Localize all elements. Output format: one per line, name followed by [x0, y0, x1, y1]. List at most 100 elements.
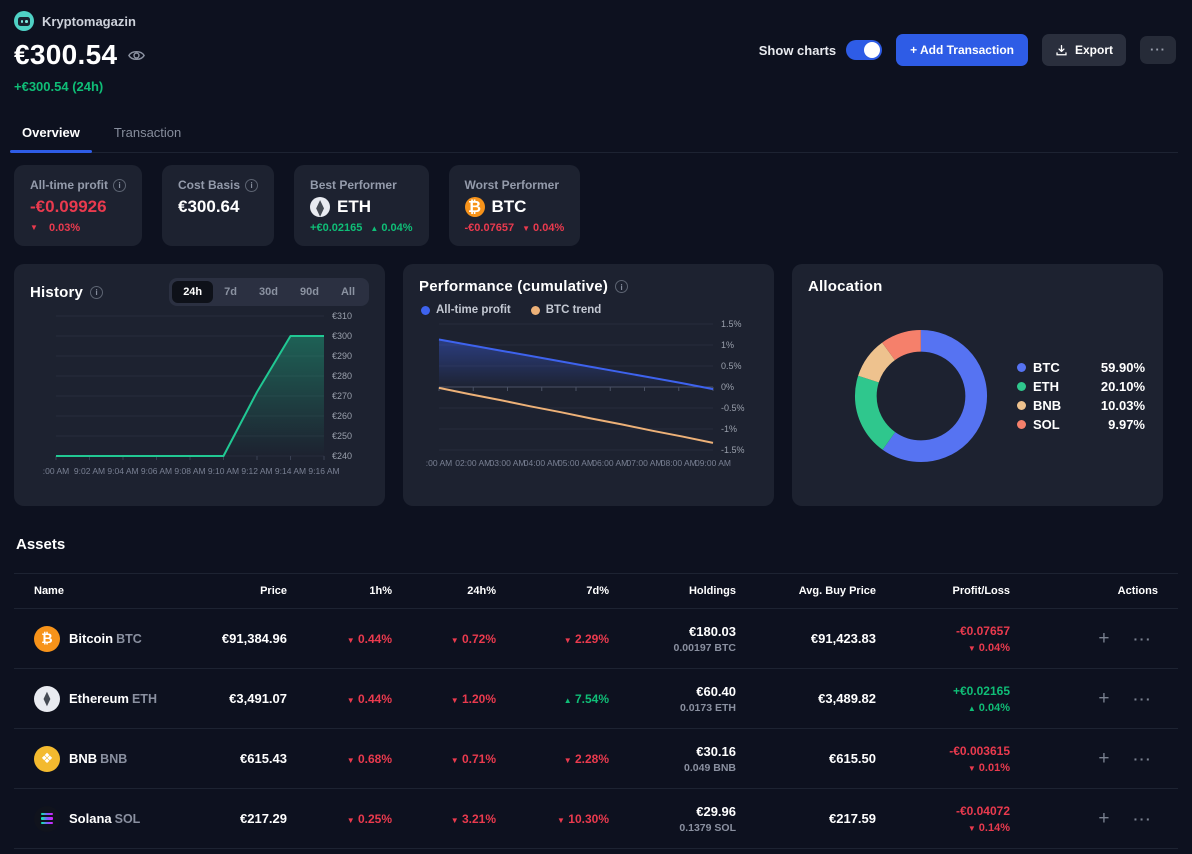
asset-holdings: €30.16 0.049 BNB [684, 743, 736, 774]
asset-avg-buy-price: €3,489.82 [818, 691, 876, 706]
history-info-icon[interactable]: i [90, 285, 104, 299]
column-header-actions[interactable]: Actions [1010, 585, 1158, 597]
assets-table: Name Price 1h% 24h% 7d% Holdings Avg. Buy Pric… [14, 573, 1178, 849]
asset-price: €615.43 [240, 751, 287, 766]
portfolio-more-button[interactable]: ··· [1140, 36, 1176, 64]
change-1h: ▼ 0.44% [346, 691, 392, 706]
assets-title: Assets [16, 536, 66, 553]
column-header-holdings[interactable]: Holdings [609, 585, 736, 597]
svg-text:08:00 AM: 08:00 AM [661, 458, 697, 468]
svg-text::00 AM: :00 AM [426, 458, 452, 468]
eth-coin-icon: ⧫ [34, 685, 60, 712]
asset-symbol: BTC [116, 631, 142, 646]
add-transaction-button[interactable]: + Add Transaction [896, 34, 1028, 66]
tab-overview[interactable]: Overview [10, 119, 92, 153]
change-7d: ▼ 10.30% [557, 811, 609, 826]
svg-text:9:16 AM: 9:16 AM [308, 466, 339, 476]
show-charts-toggle[interactable] [846, 40, 883, 60]
row-more-button[interactable]: ··· [1134, 632, 1153, 646]
column-header-7d-[interactable]: 7d% [496, 585, 609, 597]
toggle-knob [864, 42, 881, 58]
row-more-button[interactable]: ··· [1134, 692, 1153, 706]
change-7d: ▼ 2.28% [563, 751, 609, 766]
add-transaction-row-button[interactable]: + [1098, 749, 1109, 768]
download-icon [1056, 44, 1067, 55]
performer-symbol: BTC [491, 197, 527, 216]
column-header-profit-loss[interactable]: Profit/Loss [876, 585, 1010, 597]
asset-symbol: ETH [131, 691, 157, 706]
allocation-percent: 59.90% [1100, 360, 1145, 375]
column-header-name[interactable]: Name [34, 585, 214, 597]
allocation-legend-eth[interactable]: ETH 20.10% [1017, 377, 1145, 396]
add-transaction-row-button[interactable]: + [1098, 629, 1109, 648]
range-24h[interactable]: 24h [172, 281, 214, 303]
svg-text:-0.5%: -0.5% [721, 403, 745, 413]
svg-text:1.5%: 1.5% [721, 319, 742, 329]
change-24h: ▼ 0.72% [450, 631, 496, 646]
performance-legend: All-time profit BTC trend [419, 304, 758, 316]
allocation-percent: 9.97% [1108, 417, 1145, 432]
portfolio-avatar-icon [14, 11, 34, 31]
asset-row-sol[interactable]: Solana SOL €217.29 ▼ 0.25% ▼ 3.21% ▼ 10.30%… [14, 789, 1178, 849]
legend-all-time-profit[interactable]: All-time profit [421, 304, 511, 316]
asset-holdings: €29.96 0.1379 SOL [679, 803, 736, 834]
svg-text:€300: €300 [332, 331, 352, 341]
asset-row-btc[interactable]: ₿ Bitcoin BTC €91,384.96 ▼ 0.44% ▼ 0.72% ▼ … [14, 609, 1178, 669]
change-1h: ▼ 0.25% [346, 811, 392, 826]
range-all[interactable]: All [330, 281, 366, 303]
allocation-title: Allocation [808, 278, 883, 295]
portfolio-name: Kryptomagazin [42, 13, 136, 29]
allocation-legend-sol[interactable]: SOL 9.97% [1017, 415, 1145, 434]
tab-transaction[interactable]: Transaction [114, 119, 181, 152]
row-more-button[interactable]: ··· [1134, 812, 1153, 826]
export-button[interactable]: Export [1041, 34, 1126, 66]
asset-row-bnb[interactable]: ❖ BNB BNB €615.43 ▼ 0.68% ▼ 0.71% ▼ 2.28% €… [14, 729, 1178, 789]
asset-avg-buy-price: €615.50 [829, 751, 876, 766]
legend-btc-trend[interactable]: BTC trend [530, 304, 601, 316]
allocation-legend-bnb[interactable]: BNB 10.03% [1017, 396, 1145, 415]
stat-card-0: All-time profit i -€0.09926 ▼ 0.03% [14, 165, 142, 246]
allocation-percent: 10.03% [1100, 398, 1145, 413]
history-title: History [30, 283, 84, 301]
asset-row-eth[interactable]: ⧫ Ethereum ETH €3,491.07 ▼ 0.44% ▼ 1.20% ▲ … [14, 669, 1178, 729]
hide-balance-eye-icon[interactable] [127, 46, 146, 65]
info-icon[interactable]: i [113, 178, 126, 192]
svg-text:09:00 AM: 09:00 AM [695, 458, 731, 468]
show-charts-label: Show charts [758, 42, 837, 58]
stat-cards: All-time profit i -€0.09926 ▼ 0.03% Cost Ba… [14, 165, 1178, 246]
range-30d[interactable]: 30d [248, 281, 289, 303]
change-24h: ▼ 3.21% [450, 811, 496, 826]
svg-text:€310: €310 [332, 311, 352, 321]
btc-coin-icon: ₿ [34, 625, 60, 652]
column-header-price[interactable]: Price [214, 585, 287, 597]
performance-title: Performance (cumulative) [419, 278, 609, 295]
asset-holdings: €60.40 0.0173 ETH [679, 683, 736, 714]
range-90d[interactable]: 90d [289, 281, 330, 303]
add-transaction-row-button[interactable]: + [1098, 809, 1109, 828]
performer-change: ▼ 0.04% [522, 222, 565, 234]
svg-text:0.5%: 0.5% [721, 361, 742, 371]
asset-price: €91,384.96 [221, 631, 287, 646]
svg-text:€260: €260 [332, 411, 352, 421]
column-header-avg-buy-price[interactable]: Avg. Buy Price [736, 585, 876, 597]
allocation-panel: Allocation BTC 59.90% ETH 20.10% BNB 10.… [792, 264, 1163, 506]
column-header-24h-[interactable]: 24h% [392, 585, 496, 597]
bnb-coin-icon: ❖ [34, 745, 60, 772]
asset-symbol: BNB [100, 751, 128, 766]
add-transaction-row-button[interactable]: + [1098, 689, 1109, 708]
asset-name: BNB [69, 750, 98, 766]
range-7d[interactable]: 7d [213, 281, 248, 303]
asset-avg-buy-price: €217.59 [829, 811, 876, 826]
svg-text:€290: €290 [332, 351, 352, 361]
portfolio-dashboard: Kryptomagazin €300.54 +€300.54 (24h) Sho… [0, 0, 1192, 854]
legend-dot [1017, 420, 1026, 429]
asset-profit-loss: -€0.07657 ▼ 0.04% [955, 623, 1010, 654]
history-chart: €310 €300 €290 €280 €270 €260 €250 €240:00 AM 9:… [30, 306, 369, 489]
performance-info-icon[interactable]: i [615, 280, 629, 293]
row-more-button[interactable]: ··· [1134, 752, 1153, 766]
allocation-legend-btc[interactable]: BTC 59.90% [1017, 358, 1145, 377]
export-label: Export [1074, 43, 1113, 57]
performance-chart: 1.5% 1% 0.5% 0% -0.5% -1% -1.5%:00 AM 02:00 AM 0… [419, 316, 758, 481]
column-header-1h-[interactable]: 1h% [287, 585, 392, 597]
info-icon[interactable]: i [245, 178, 259, 192]
